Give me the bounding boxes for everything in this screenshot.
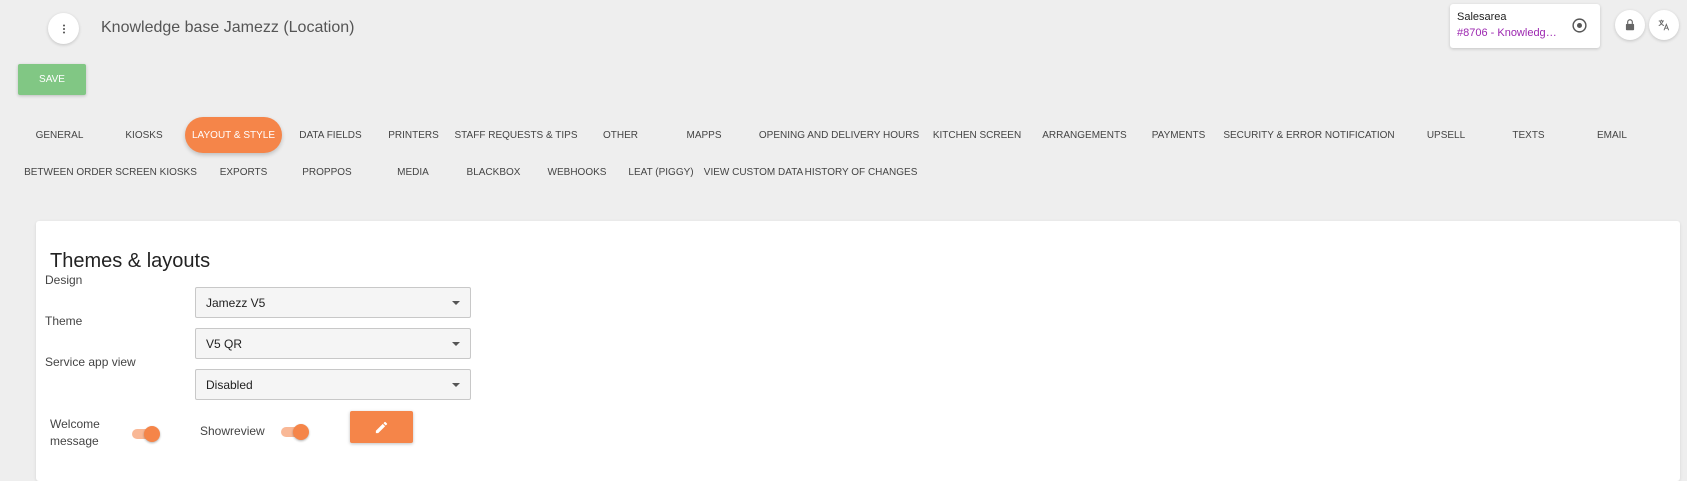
tab-other[interactable]: OTHER [584, 117, 657, 153]
design-label: Design [45, 273, 83, 287]
showreview-label: Showreview [200, 424, 265, 438]
tab-staff-requests-tips[interactable]: STAFF REQUESTS & TIPS [448, 117, 584, 153]
tab-kitchen-screen[interactable]: KITCHEN SCREEN [927, 117, 1027, 153]
tab-opening-and-delivery-hours[interactable]: OPENING AND DELIVERY HOURS [751, 117, 927, 153]
toggle-thumb [144, 426, 160, 442]
translate-button[interactable] [1649, 10, 1679, 40]
tab-kiosks[interactable]: KIOSKS [103, 117, 185, 153]
tabs-row-1: GENERAL KIOSKS LAYOUT & STYLE DATA FIELDS PR… [16, 117, 1656, 153]
tab-view-custom-data[interactable]: VIEW CUSTOM DATA [701, 154, 806, 190]
tab-leat-piggy[interactable]: LEAT (PIGGY) [621, 154, 701, 190]
more-vert-icon [62, 23, 65, 34]
tab-mapps[interactable]: MAPPS [657, 117, 751, 153]
page-title: Knowledge base Jamezz (Location) [101, 19, 355, 36]
lock-icon [1625, 19, 1635, 31]
service-app-view-select[interactable]: Disabled [195, 369, 471, 400]
toggle-thumb [293, 424, 309, 440]
tab-exports[interactable]: EXPORTS [205, 154, 282, 190]
tab-email[interactable]: EMAIL [1568, 117, 1656, 153]
chevron-down-icon [452, 342, 460, 346]
salesarea-selector[interactable]: Salesarea #8706 - Knowledge base Jamezz [1450, 4, 1600, 48]
target-icon [1572, 18, 1587, 33]
save-button[interactable]: SAVE [18, 64, 86, 95]
card-title: Themes & layouts [50, 250, 211, 272]
welcome-message-label: Welcome message [50, 417, 100, 448]
theme-label: Theme [45, 314, 83, 328]
tab-between-order-screen-kiosks[interactable]: BETween ORDER SCREEN KIOSKS [16, 154, 205, 190]
tab-history-of-changes[interactable]: HISTORY OF CHANGES [805, 154, 918, 190]
translate-icon [1658, 19, 1670, 31]
tab-layout-style[interactable]: LAYOUT & STYLE [185, 117, 282, 153]
lock-button[interactable] [1615, 10, 1645, 40]
theme-select[interactable]: V5 QR [195, 328, 471, 359]
tabs-row-2: BETween ORDER SCREEN KIOSKS EXPORTS PROPPO… [16, 154, 918, 190]
showreview-toggle[interactable] [281, 422, 309, 442]
salesarea-value: #8706 - Knowledge base Jamezz [1457, 27, 1557, 39]
tab-payments[interactable]: PAYMENTS [1142, 117, 1215, 153]
theme-value: V5 QR [206, 336, 243, 351]
tab-printers[interactable]: PRINTERS [379, 117, 448, 153]
design-select[interactable]: Jamezz V5 [195, 287, 471, 318]
tab-general[interactable]: GENERAL [16, 117, 103, 153]
welcome-message-toggle[interactable] [132, 424, 160, 444]
tab-webhooks[interactable]: WEBHOOKS [533, 154, 621, 190]
pencil-icon [375, 421, 388, 433]
themes-layouts-card: Themes & layouts Design Jamezz V5 Theme … [36, 221, 1680, 481]
design-value: Jamezz V5 [206, 295, 266, 310]
edit-button[interactable] [350, 411, 413, 443]
tab-data-fields[interactable]: DATA FIELDS [282, 117, 379, 153]
chevron-down-icon [452, 301, 460, 305]
more-options-button[interactable] [48, 13, 79, 44]
tab-upsell[interactable]: UPSELL [1403, 117, 1489, 153]
tab-security-error-notification[interactable]: SECURITY & ERROR NOTIFICATION [1215, 117, 1403, 153]
tab-media[interactable]: MEDIA [372, 154, 454, 190]
tab-proppos[interactable]: PROPPOS [282, 154, 372, 190]
service-app-view-label: Service app view [45, 355, 136, 369]
tab-blackbox[interactable]: BLACKBOX [454, 154, 533, 190]
tab-texts[interactable]: TEXTS [1489, 117, 1568, 153]
tab-arrangements[interactable]: ARRANGEMENTS [1027, 117, 1142, 153]
chevron-down-icon [452, 383, 460, 387]
service-app-view-value: Disabled [206, 377, 253, 392]
